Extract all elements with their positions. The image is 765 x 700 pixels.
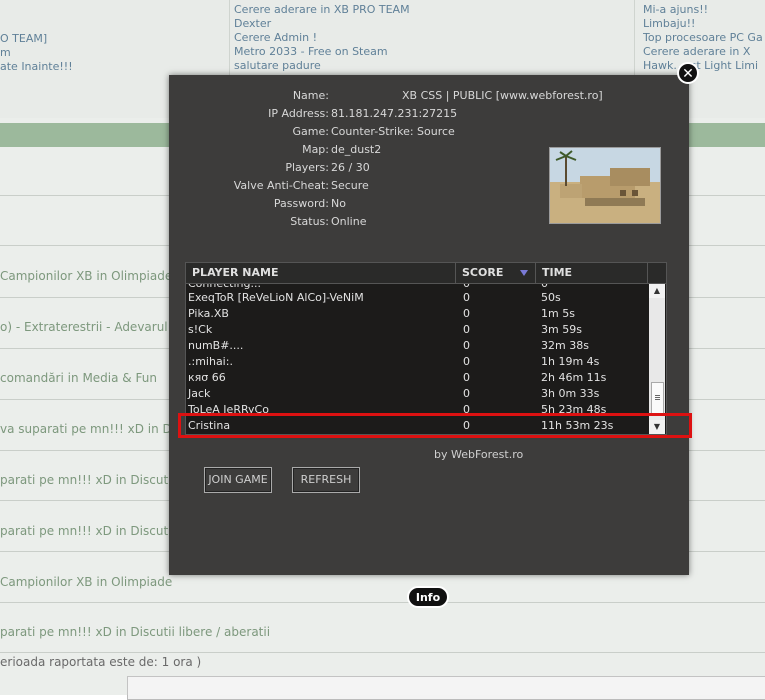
info-button[interactable]: Info <box>407 586 449 608</box>
password-label: Password: <box>273 197 329 210</box>
join-game-button[interactable]: JOIN GAME <box>204 467 272 493</box>
column-player-name[interactable]: PLAYER NAME <box>186 263 456 283</box>
highlighted-row-outline <box>178 413 692 438</box>
player-score: 0 <box>463 371 470 384</box>
server-name-label: Name: <box>292 89 329 102</box>
status-label: Status: <box>290 215 329 228</box>
password-value: No <box>331 197 346 210</box>
player-name: ExeqToR [ReVeLioN AlCo]-VeNiM <box>188 291 364 304</box>
players-label: Players: <box>285 161 329 174</box>
map-preview-image <box>549 147 661 224</box>
vac-label: Valve Anti-Cheat: <box>233 179 329 192</box>
refresh-button[interactable]: REFRESH <box>292 467 360 493</box>
player-name: s!Ck <box>188 323 213 336</box>
vac-value: Secure <box>331 179 369 192</box>
player-name: Pika.XB <box>188 307 229 320</box>
player-time: 1m 5s <box>541 307 575 320</box>
column-time[interactable]: TIME <box>536 263 648 283</box>
game-value: Counter-Strike: Source <box>331 125 455 138</box>
player-table-scrollbar[interactable]: ▲ ▼ <box>649 284 665 434</box>
player-name: numB#.... <box>188 339 244 352</box>
table-row[interactable]: кяσ 66 0 2h 46m 11s <box>186 370 649 386</box>
player-score: 0 <box>463 307 470 320</box>
player-score: 0 <box>463 339 470 352</box>
game-label: Game: <box>292 125 329 138</box>
grip-line <box>655 397 660 398</box>
player-name: кяσ 66 <box>188 371 226 384</box>
table-row[interactable]: s!Ck 0 3m 59s <box>186 322 649 338</box>
player-table: PLAYER NAME SCORE TIME Connecting... 0 0… <box>185 262 667 435</box>
powered-by-text: by WebForest.ro <box>434 448 524 461</box>
player-score: 0 <box>463 387 470 400</box>
table-row[interactable]: .:mihai:. 0 1h 19m 4s <box>186 354 649 370</box>
table-row[interactable]: ExeqToR [ReVeLioN AlCo]-VeNiM 0 50s <box>186 290 649 306</box>
server-name-value: XB CSS | PUBLIC [www.webforest.ro] <box>402 89 603 102</box>
player-time: 3m 59s <box>541 323 582 336</box>
player-time: 2h 46m 11s <box>541 371 607 384</box>
player-time: 1h 19m 4s <box>541 355 600 368</box>
status-value: Online <box>331 215 367 228</box>
player-name: .:mihai:. <box>188 355 233 368</box>
grip-line <box>655 395 660 396</box>
grip-line <box>655 399 660 400</box>
close-icon[interactable]: ✕ <box>677 62 699 84</box>
player-score: 0 <box>463 291 470 304</box>
sort-descending-icon[interactable] <box>520 270 528 276</box>
table-row[interactable]: Jack 0 3h 0m 33s <box>186 386 649 402</box>
player-table-header: PLAYER NAME SCORE TIME <box>186 263 666 284</box>
player-score: 0 <box>463 355 470 368</box>
server-info-modal: Name: XB CSS | PUBLIC [www.webforest.ro]… <box>169 75 689 575</box>
map-label: Map: <box>302 143 329 156</box>
table-row[interactable]: Pika.XB 0 1m 5s <box>186 306 649 322</box>
ip-address-label: IP Address: <box>268 107 329 120</box>
map-value: de_dust2 <box>331 143 382 156</box>
map-preview-graphic <box>550 148 660 223</box>
ip-address-value: 81.181.247.231:27215 <box>331 107 458 120</box>
player-table-body: Connecting... 0 0 ExeqToR [ReVeLioN AlCo… <box>186 284 649 434</box>
players-value: 26 / 30 <box>331 161 370 174</box>
scroll-up-icon[interactable]: ▲ <box>649 284 665 298</box>
player-score: 0 <box>463 323 470 336</box>
player-time: 3h 0m 33s <box>541 387 600 400</box>
table-row[interactable]: numB#.... 0 32m 38s <box>186 338 649 354</box>
scrollbar-thumb[interactable] <box>651 382 664 414</box>
player-time: 50s <box>541 291 561 304</box>
player-name: Jack <box>188 387 211 400</box>
player-time: 32m 38s <box>541 339 589 352</box>
